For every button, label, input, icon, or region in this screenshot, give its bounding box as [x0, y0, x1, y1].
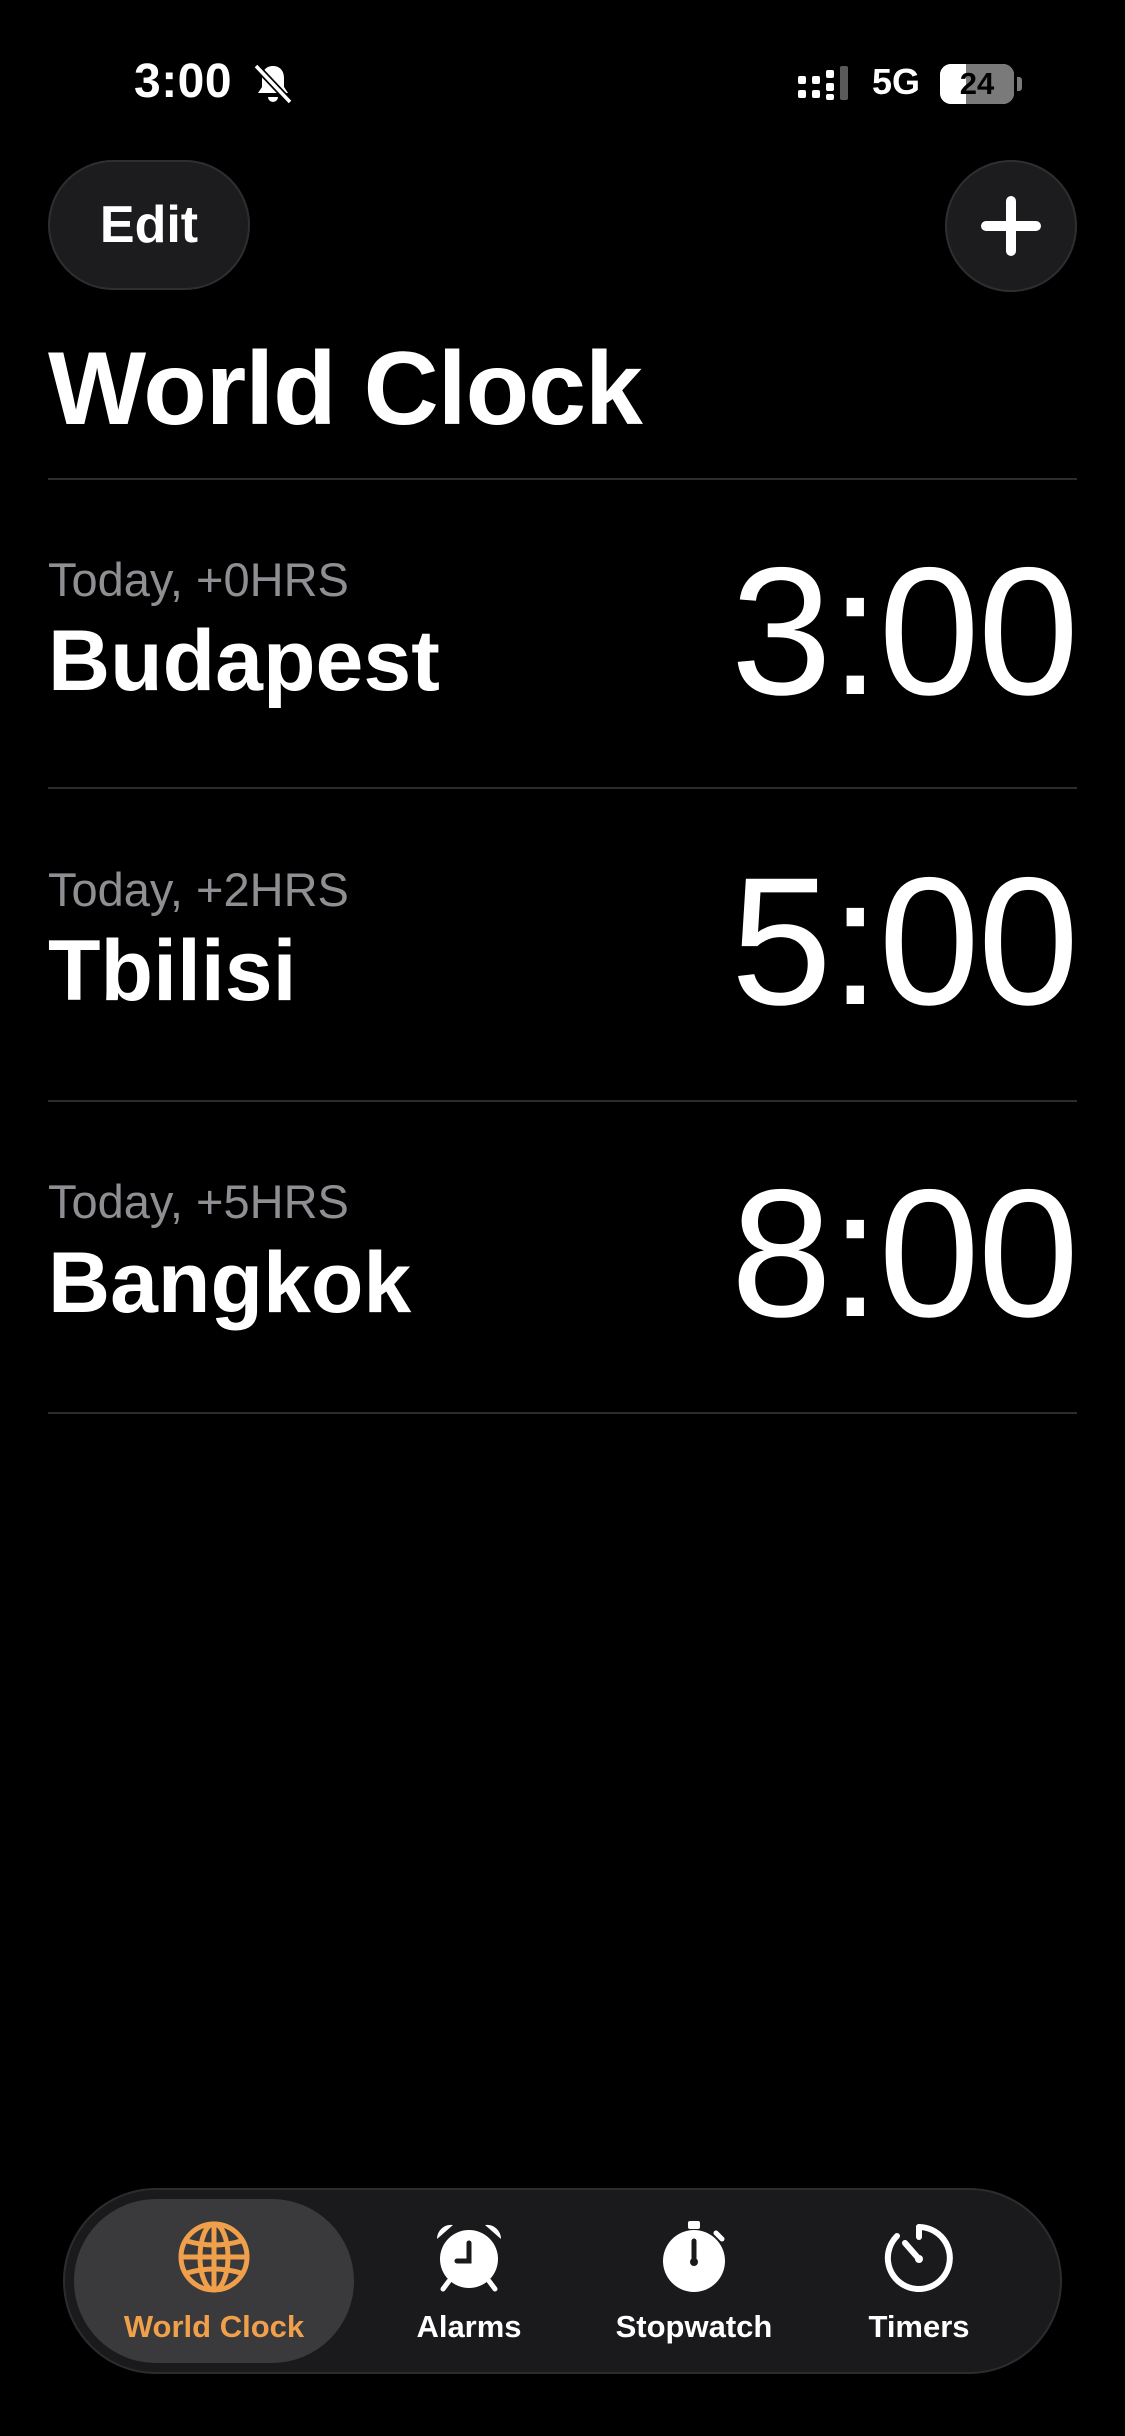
tab-alarms[interactable]: Alarms	[369, 2199, 569, 2363]
clock-city: Tbilisi	[48, 923, 297, 1019]
bell-slash-icon	[253, 63, 293, 105]
clock-time: 8:00	[730, 1151, 1079, 1355]
tab-label: Alarms	[416, 2309, 522, 2344]
clock-row-tbilisi[interactable]: Today, +2HRS Tbilisi 5:00	[48, 790, 1079, 1100]
tab-label: Stopwatch	[615, 2309, 773, 2344]
battery-level: 24	[959, 66, 995, 101]
edit-button[interactable]: Edit	[48, 160, 250, 290]
tab-label: Timers	[868, 2309, 970, 2344]
clock-offset: Today, +0HRS	[48, 553, 349, 606]
status-time: 3:00	[134, 55, 233, 108]
clock-offset: Today, +2HRS	[48, 863, 349, 916]
page-title: World Clock	[48, 331, 643, 447]
timer-icon	[884, 2224, 953, 2292]
tab-world-clock[interactable]: World Clock	[74, 2199, 354, 2363]
clock-city: Bangkok	[48, 1235, 412, 1331]
clock-time: 5:00	[730, 839, 1079, 1043]
status-bar: 3:00 5G 24	[0, 50, 1125, 116]
alarm-clock-icon	[436, 2224, 502, 2292]
clock-city: Budapest	[48, 613, 440, 709]
tab-stopwatch[interactable]: Stopwatch	[589, 2199, 799, 2363]
clock-row-budapest[interactable]: Today, +0HRS Budapest 3:00	[48, 480, 1079, 790]
clock-offset: Today, +5HRS	[48, 1175, 349, 1228]
clock-row-bangkok[interactable]: Today, +5HRS Bangkok 8:00	[48, 1102, 1079, 1412]
network-type: 5G	[872, 61, 921, 102]
world-clock-screen: 3:00 5G 24 Edit World Clock Today, +0HRS…	[0, 0, 1125, 2436]
globe-icon	[178, 2221, 250, 2293]
plus-icon	[981, 196, 1041, 256]
clock-time: 3:00	[730, 529, 1079, 733]
stopwatch-icon	[663, 2221, 725, 2292]
tab-label: World Clock	[123, 2309, 305, 2344]
cellular-signal-icon	[798, 66, 848, 100]
divider	[48, 1412, 1077, 1414]
tab-bar: World Clock Alarms Stopwatch Timers	[63, 2188, 1062, 2374]
add-city-button[interactable]	[945, 160, 1077, 292]
battery-indicator: 24	[940, 64, 1022, 104]
tab-timers[interactable]: Timers	[819, 2199, 1019, 2363]
divider	[48, 787, 1077, 789]
